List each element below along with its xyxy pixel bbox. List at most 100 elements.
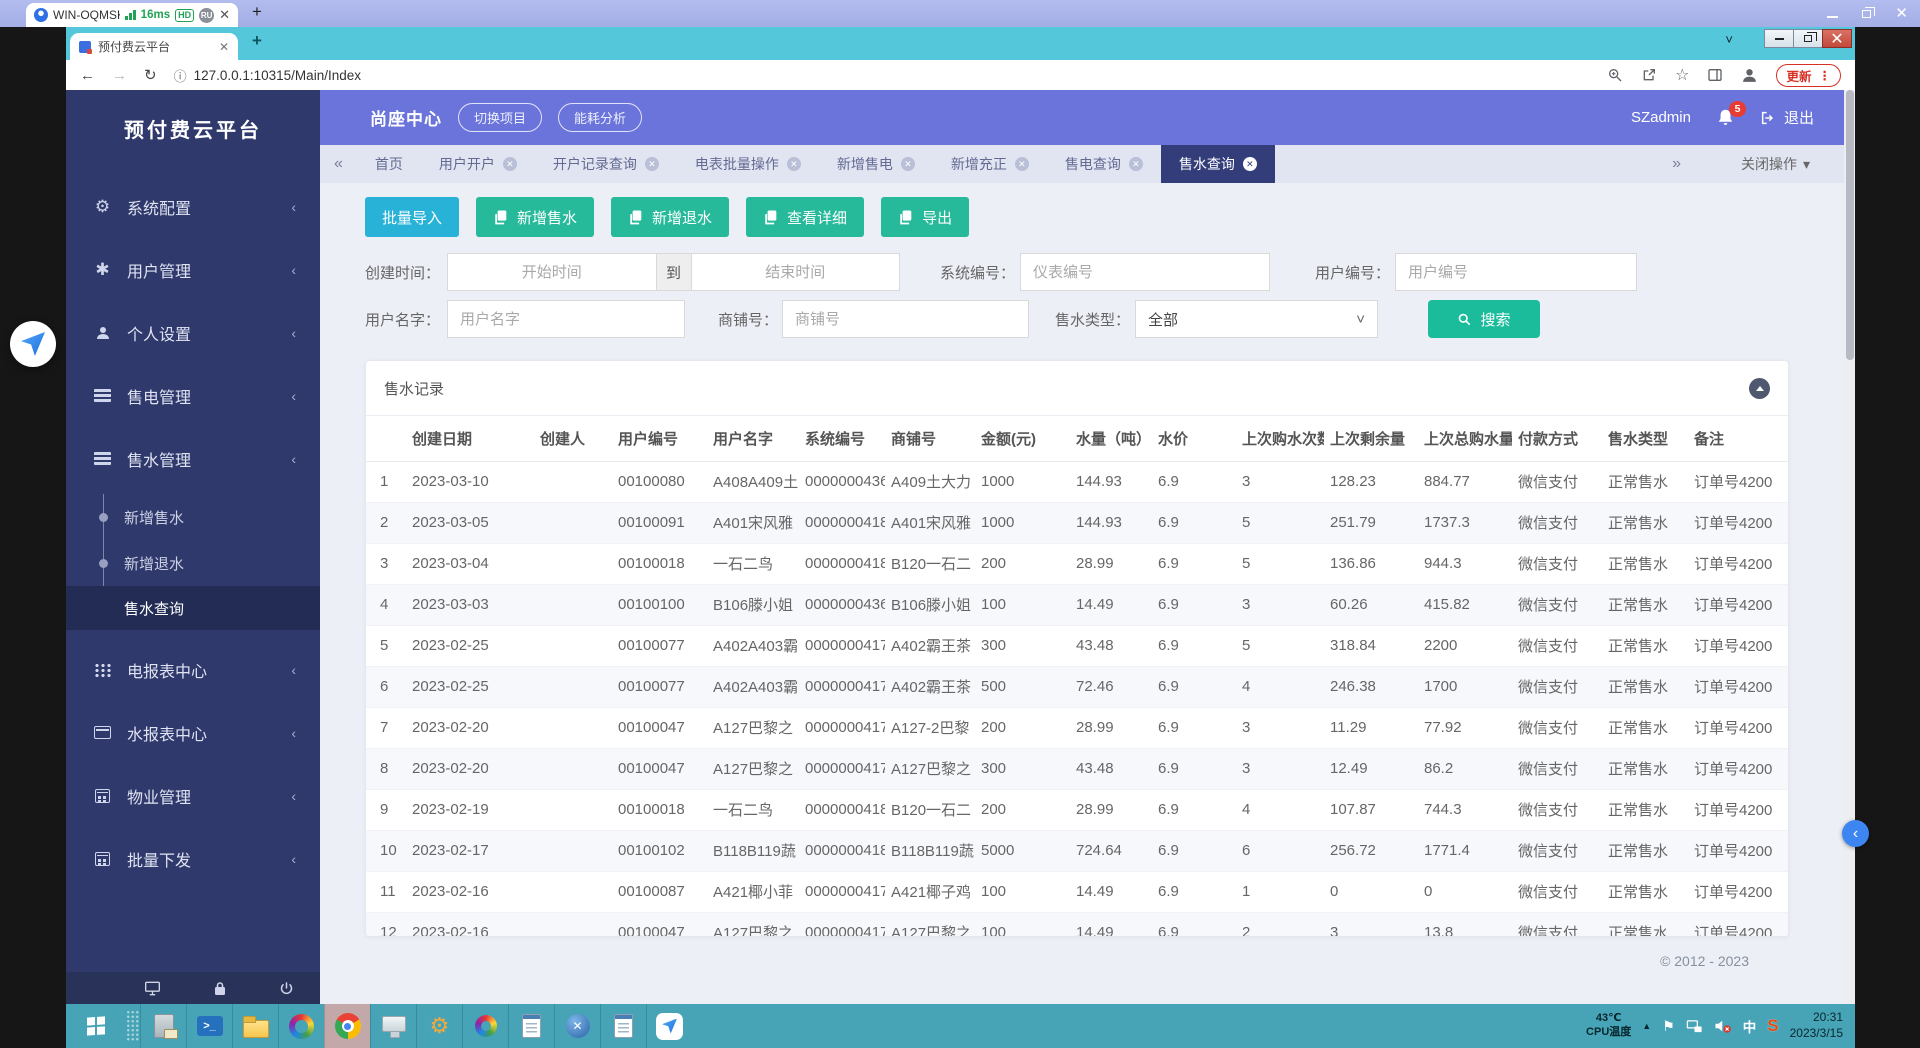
tab-close-icon[interactable]: ✕	[901, 157, 915, 171]
edge-panel-toggle[interactable]: ‹	[1842, 820, 1869, 847]
user-badge[interactable]: RU	[199, 8, 214, 23]
outer-restore-button[interactable]	[1862, 5, 1871, 23]
profile-avatar-icon[interactable]	[1741, 67, 1758, 84]
table-row[interactable]: 92023-02-19 00100018 一石二鸟0000000418 B120…	[366, 789, 1789, 830]
outer-close-button[interactable]: ✕	[1895, 6, 1908, 21]
show-hidden-icons[interactable]: ▲	[1642, 1021, 1651, 1031]
sidebar-item-property-management[interactable]: 物业管理‹	[66, 764, 320, 827]
sidebar-item-system-config[interactable]: ⚙ 系统配置‹	[66, 175, 320, 238]
new-tab-button[interactable]: +	[252, 31, 262, 51]
start-time-input[interactable]	[447, 253, 657, 291]
ime-indicator[interactable]: 中	[1743, 1016, 1757, 1036]
taskbar-chrome[interactable]	[324, 1004, 370, 1048]
sidebar-item-water-sales[interactable]: 售水管理‹	[66, 427, 320, 490]
user-name-input[interactable]	[447, 300, 685, 338]
switch-project-button[interactable]: 切换项目	[458, 103, 542, 132]
submenu-item-water-sale-query[interactable]: 售水查询	[66, 586, 320, 630]
tab-close-icon[interactable]: ✕	[1015, 157, 1029, 171]
action-center-flag-icon[interactable]: ⚑	[1662, 1018, 1675, 1035]
tab-electric-sale-query[interactable]: 售电查询✕	[1047, 145, 1161, 183]
close-session-icon[interactable]: ✕	[219, 7, 230, 23]
tab-close-icon[interactable]: ✕	[787, 157, 801, 171]
username-label[interactable]: SZadmin	[1631, 109, 1691, 126]
taskbar-todesk[interactable]	[646, 1004, 692, 1048]
shop-no-input[interactable]	[782, 300, 1029, 338]
share-icon[interactable]	[1641, 67, 1657, 83]
hd-badge[interactable]: HD	[175, 9, 194, 22]
tab-close-icon[interactable]: ✕	[1243, 157, 1257, 171]
volume-muted-icon[interactable]	[1714, 1018, 1732, 1034]
site-info-icon[interactable]: ⓘ	[174, 66, 187, 85]
table-row[interactable]: 112023-02-16 00100087 A421椰小菲0000000417 …	[366, 871, 1789, 912]
system-no-input[interactable]	[1020, 253, 1270, 291]
window-minimize-button[interactable]	[1764, 29, 1794, 48]
taskbar-gear-app[interactable]: ⚙	[416, 1004, 462, 1048]
table-row[interactable]: 32023-03-04 00100018 一石二鸟0000000418 B120…	[366, 543, 1789, 584]
window-close-button[interactable]: ✕	[1822, 29, 1852, 48]
taskbar-display-tool[interactable]	[370, 1004, 416, 1048]
update-button[interactable]: 更新 ⋮	[1776, 64, 1841, 87]
search-button[interactable]: 搜索	[1428, 300, 1540, 338]
sidebar-item-personal-settings[interactable]: 个人设置‹	[66, 301, 320, 364]
window-menu-icon[interactable]: ˅	[1725, 32, 1733, 47]
address-bar[interactable]: ⓘ 127.0.0.1:10315/Main/Index	[174, 66, 361, 85]
tab-add-recharge-fix[interactable]: 新增充正✕	[933, 145, 1047, 183]
remote-session-tab[interactable]: WIN-OQMSK21... 16ms HD RU ✕	[26, 3, 238, 27]
add-water-sale-button[interactable]: 新增售水	[476, 197, 594, 237]
new-session-tab-button[interactable]: +	[252, 2, 262, 22]
table-row[interactable]: 42023-03-03 00100100 B106滕小姐0000000436 B…	[366, 584, 1789, 625]
lock-icon[interactable]	[213, 981, 227, 996]
tab-close-icon[interactable]: ✕	[1129, 157, 1143, 171]
submenu-item-add-water-refund[interactable]: 新增退水	[66, 540, 320, 586]
tab-home[interactable]: 首页	[357, 145, 421, 183]
taskbar-tools-app[interactable]: ✕	[554, 1004, 600, 1048]
bookmark-star-icon[interactable]: ☆	[1675, 65, 1689, 85]
user-no-input[interactable]	[1395, 253, 1637, 291]
tab-close-icon[interactable]: ✕	[503, 157, 517, 171]
logout-button[interactable]: 退出	[1760, 107, 1814, 128]
table-row[interactable]: 52023-02-25 00100077 A402A403霸0000000417…	[366, 625, 1789, 666]
sidebar-item-user-management[interactable]: ✱ 用户管理‹	[66, 238, 320, 301]
taskbar-browser-360[interactable]	[278, 1004, 324, 1048]
sidebar-item-batch-dispatch[interactable]: 批量下发‹	[66, 827, 320, 890]
submenu-item-add-water-sale[interactable]: 新增售水	[66, 494, 320, 540]
taskbar-notepad-app[interactable]	[508, 1004, 554, 1048]
scroll-tabs-left-icon[interactable]: «	[320, 155, 357, 173]
batch-import-button[interactable]: 批量导入	[365, 197, 459, 237]
collapse-panel-icon[interactable]	[1749, 378, 1770, 399]
browser-tab[interactable]: 预付费云平台 ✕	[70, 33, 238, 60]
close-operations-dropdown[interactable]: 关闭操作 ▾	[1741, 154, 1810, 174]
table-row[interactable]: 72023-02-20 00100047 A127巴黎之0000000417 A…	[366, 707, 1789, 748]
table-row[interactable]: 22023-03-05 00100091 A401宋风雅0000000418 A…	[366, 502, 1789, 543]
tab-water-sale-query[interactable]: 售水查询✕	[1161, 145, 1275, 183]
add-water-refund-button[interactable]: 新增退水	[611, 197, 729, 237]
power-icon[interactable]	[279, 981, 294, 996]
table-row[interactable]: 102023-02-17 00100102 B118B119蔬000000041…	[366, 830, 1789, 871]
export-button[interactable]: 导出	[881, 197, 969, 237]
notifications-button[interactable]: 5	[1717, 108, 1734, 127]
cpu-temp-widget[interactable]: 43℃ CPU温度	[1586, 1012, 1631, 1040]
table-row[interactable]: 82023-02-20 00100047 A127巴黎之0000000417 A…	[366, 748, 1789, 789]
browser-menu-icon[interactable]: ⋮	[1819, 68, 1832, 83]
table-row[interactable]: 122023-02-16 00100047 A127巴黎之0000000417 …	[366, 912, 1789, 937]
view-detail-button[interactable]: 查看详细	[746, 197, 864, 237]
tab-add-electric-sale[interactable]: 新增售电✕	[819, 145, 933, 183]
tab-meter-batch-ops[interactable]: 电表批量操作✕	[677, 145, 819, 183]
start-button[interactable]	[66, 1004, 126, 1048]
table-row[interactable]: 62023-02-25 00100077 A402A403霸0000000417…	[366, 666, 1789, 707]
scroll-tabs-right-icon[interactable]: »	[1658, 155, 1695, 173]
outer-minimize-button[interactable]	[1827, 5, 1838, 23]
energy-analysis-button[interactable]: 能耗分析	[558, 103, 642, 132]
tab-open-account-records[interactable]: 开户记录查询✕	[535, 145, 677, 183]
water-type-select[interactable]: 全部 ˅	[1135, 300, 1378, 338]
sogou-input-icon[interactable]: S	[1767, 1016, 1778, 1036]
back-button[interactable]: ←	[80, 67, 95, 84]
reload-button[interactable]: ↻	[144, 66, 157, 84]
taskbar-file-explorer[interactable]	[232, 1004, 278, 1048]
table-row[interactable]: 12023-03-10 00100080 A408A409土0000000436…	[366, 461, 1789, 502]
window-restore-button[interactable]	[1793, 29, 1823, 48]
tab-user-open-account[interactable]: 用户开户✕	[421, 145, 535, 183]
taskbar-clock[interactable]: 20:31 2023/3/15	[1790, 1010, 1843, 1041]
sidebar-item-electric-report-center[interactable]: 电报表中心‹	[66, 638, 320, 701]
forward-button[interactable]: →	[112, 67, 127, 84]
